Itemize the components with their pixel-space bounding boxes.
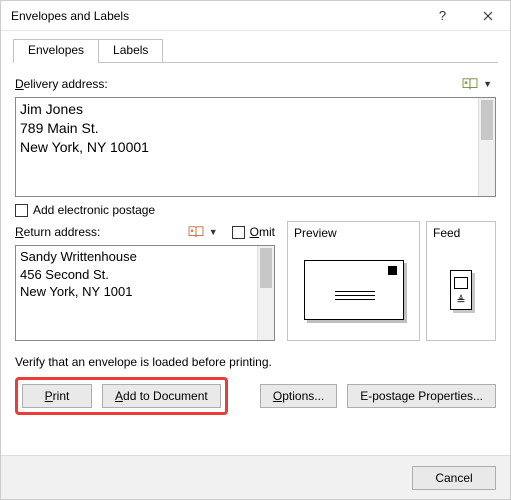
dialog-window: Envelopes and Labels ? Envelopes Labels … bbox=[0, 0, 511, 500]
epostage-properties-button[interactable]: E-postage Properties... bbox=[347, 384, 496, 408]
return-label: Return address: bbox=[15, 225, 100, 239]
feed-group: Feed ≜ bbox=[426, 221, 496, 341]
close-icon bbox=[483, 11, 493, 21]
electronic-postage-row: Add electronic postage bbox=[15, 203, 496, 217]
help-button[interactable]: ? bbox=[420, 1, 465, 31]
return-address-field[interactable] bbox=[16, 246, 256, 340]
return-label-row: Return address: ▼ Omit bbox=[15, 221, 275, 243]
tab-envelopes[interactable]: Envelopes bbox=[13, 39, 99, 62]
feed-icon: ≜ bbox=[450, 270, 472, 310]
envelope-icon bbox=[304, 260, 404, 320]
feed-body[interactable]: ≜ bbox=[433, 246, 489, 334]
options-button[interactable]: Options... bbox=[260, 384, 337, 408]
delivery-label-row: Delivery address: ▼ bbox=[15, 73, 496, 95]
dialog-title: Envelopes and Labels bbox=[11, 9, 420, 23]
close-button[interactable] bbox=[465, 1, 510, 31]
delivery-address-field[interactable] bbox=[16, 98, 477, 196]
dialog-footer: Cancel bbox=[1, 455, 510, 499]
envelopes-panel: Delivery address: ▼ Add electronic po bbox=[13, 63, 498, 415]
return-address-field-wrap bbox=[15, 245, 275, 341]
omit-checkbox[interactable] bbox=[232, 226, 245, 239]
return-row: Return address: ▼ Omit bbox=[15, 221, 496, 341]
chevron-down-icon: ▼ bbox=[483, 79, 492, 89]
preview-title: Preview bbox=[294, 226, 413, 240]
add-to-document-button[interactable]: Add to Document bbox=[102, 384, 221, 408]
cancel-button[interactable]: Cancel bbox=[412, 466, 496, 490]
address-book-icon bbox=[187, 225, 205, 239]
delivery-label: Delivery address: bbox=[15, 77, 108, 91]
return-column: Return address: ▼ Omit bbox=[15, 221, 275, 341]
scrollbar[interactable] bbox=[257, 246, 274, 340]
electronic-postage-checkbox[interactable] bbox=[15, 204, 28, 217]
envelope-lines bbox=[335, 291, 375, 303]
feed-title: Feed bbox=[433, 226, 489, 240]
print-button[interactable]: Print bbox=[22, 384, 92, 408]
stamp-icon bbox=[388, 266, 397, 275]
scrollbar[interactable] bbox=[478, 98, 495, 196]
preview-body[interactable] bbox=[294, 246, 413, 334]
electronic-postage-label: Add electronic postage bbox=[33, 203, 155, 217]
highlight-box: Print Add to Document bbox=[15, 377, 228, 415]
address-book-button[interactable]: ▼ bbox=[457, 76, 496, 92]
return-address-book-button[interactable]: ▼ bbox=[183, 224, 222, 240]
omit-label: Omit bbox=[250, 225, 275, 239]
preview-group: Preview bbox=[287, 221, 420, 341]
delivery-address-field-wrap bbox=[15, 97, 496, 197]
verify-text: Verify that an envelope is loaded before… bbox=[15, 355, 496, 369]
titlebar: Envelopes and Labels ? bbox=[1, 1, 510, 31]
address-book-icon bbox=[461, 77, 479, 91]
chevron-down-icon: ▼ bbox=[209, 227, 218, 237]
dialog-content: Envelopes Labels Delivery address: ▼ bbox=[1, 31, 510, 415]
tab-labels[interactable]: Labels bbox=[99, 39, 163, 62]
preview-feed-column: Preview Feed ≜ bbox=[287, 221, 496, 341]
tab-strip: Envelopes Labels bbox=[13, 39, 498, 63]
button-row: Print Add to Document Options... E-posta… bbox=[15, 377, 496, 415]
